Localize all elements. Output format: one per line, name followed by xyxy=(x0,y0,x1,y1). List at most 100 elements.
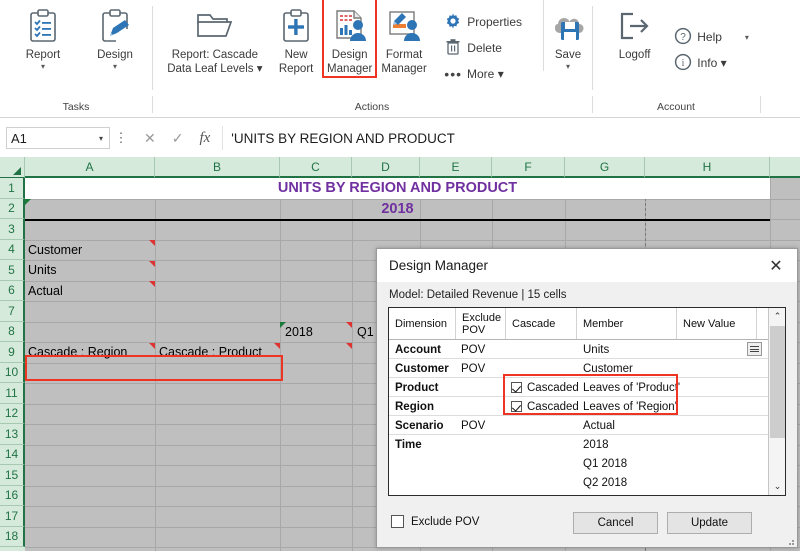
cell-a4[interactable]: Customer xyxy=(25,240,153,261)
exclude-pov-label: Exclude POV xyxy=(411,515,480,528)
row-header-2[interactable]: 2 xyxy=(0,198,25,219)
delete-button[interactable]: Delete xyxy=(439,35,527,61)
column-header-H[interactable]: H xyxy=(645,157,770,178)
help-button[interactable]: ? Help ▾ xyxy=(669,24,760,50)
scroll-down-icon[interactable]: ⌄ xyxy=(769,478,785,495)
row-member: Q2 2018 xyxy=(583,476,628,489)
design-manager-button[interactable]: Design Manager xyxy=(322,0,377,78)
th-new-value[interactable]: New Value xyxy=(677,308,757,339)
row-header-4[interactable]: 4 xyxy=(0,239,25,260)
exclude-pov-option[interactable]: Exclude POV xyxy=(391,515,479,528)
column-header-A[interactable]: A xyxy=(25,157,155,178)
info-button[interactable]: i Info ▾ xyxy=(669,50,760,76)
report-dropdown-caret[interactable]: ▾ xyxy=(41,63,45,71)
help-dropdown-caret[interactable]: ▾ xyxy=(745,33,749,42)
exclude-pov-checkbox[interactable] xyxy=(391,515,404,528)
chevron-down-icon[interactable]: ▾ xyxy=(99,134,103,143)
row-exclude-pov: POV xyxy=(461,362,486,375)
more-button[interactable]: ••• More ▾ xyxy=(439,61,527,87)
cell-subtitle[interactable]: 2018 xyxy=(25,199,770,220)
save-button[interactable]: Save ▾ xyxy=(543,0,592,71)
table-row[interactable]: Scenario POV Actual xyxy=(389,416,769,435)
report-button-label: Report xyxy=(25,49,61,61)
cancel-icon[interactable]: ✕ xyxy=(144,130,156,147)
cancel-button[interactable]: Cancel xyxy=(573,512,658,534)
group-label-account: Account xyxy=(592,96,760,117)
table-row[interactable]: Q2 2018 xyxy=(389,473,769,492)
properties-button[interactable]: Properties xyxy=(439,9,527,35)
resize-grip-icon[interactable] xyxy=(786,537,794,545)
group-label-actions: Actions xyxy=(152,96,592,117)
logoff-button[interactable]: Logoff xyxy=(606,0,663,62)
th-member[interactable]: Member xyxy=(577,308,677,339)
annotation-cascaded-rows xyxy=(503,374,678,415)
cell-a6[interactable]: Actual xyxy=(25,281,153,302)
row-header-13[interactable]: 13 xyxy=(0,424,25,445)
name-box[interactable]: A1 ▾ xyxy=(6,127,110,149)
row-header-3[interactable]: 3 xyxy=(0,219,25,240)
row-header-10[interactable]: 10 xyxy=(0,362,25,383)
formula-bar: A1 ▾ ⋮ ✕ ✓ fx 'UNITS BY REGION AND PRODU… xyxy=(0,119,800,157)
update-button[interactable]: Update xyxy=(667,512,752,534)
scrollbar-thumb[interactable] xyxy=(770,326,785,438)
cell-c8[interactable]: 2018 xyxy=(282,322,350,343)
th-cascade[interactable]: Cascade xyxy=(506,308,577,339)
ribbon-group-tasks: Report ▾ Design ▾ xyxy=(0,0,152,96)
annotation-cascade-cells xyxy=(25,355,283,381)
report-cascade-button[interactable]: Report: Cascade Data Leaf Levels ▾ xyxy=(162,0,268,76)
row-header-1[interactable]: 1 xyxy=(0,178,25,199)
new-report-button[interactable]: New Report xyxy=(272,0,321,76)
report-button[interactable]: Report ▾ xyxy=(14,0,72,71)
table-row[interactable]: Time 2018 xyxy=(389,435,769,454)
row-dimension: Time xyxy=(395,438,422,451)
row-header-17[interactable]: 17 xyxy=(0,506,25,527)
column-header-F[interactable]: F xyxy=(492,157,565,178)
format-manager-button[interactable]: Format Manager xyxy=(379,0,429,76)
close-icon[interactable]: ✕ xyxy=(755,249,797,282)
th-dimension[interactable]: Dimension xyxy=(389,308,456,339)
insert-function-icon[interactable]: fx xyxy=(199,130,210,147)
design-button-label: Design xyxy=(97,49,133,61)
column-header-E[interactable]: E xyxy=(420,157,492,178)
column-header-C[interactable]: C xyxy=(280,157,352,178)
report-cascade-label-line2[interactable]: Data Leaf Levels ▾ xyxy=(167,62,262,76)
save-dropdown-caret[interactable]: ▾ xyxy=(566,63,570,71)
th-exclude-pov[interactable]: Exclude POV xyxy=(456,308,506,339)
new-report-label-line1: New xyxy=(284,49,308,61)
cell-title[interactable]: UNITS BY REGION AND PRODUCT xyxy=(25,178,770,199)
row-header-12[interactable]: 12 xyxy=(0,403,25,424)
row-header-18[interactable]: 18 xyxy=(0,526,25,547)
row-header-11[interactable]: 11 xyxy=(0,383,25,404)
table-row[interactable]: Account POV Units xyxy=(389,340,769,359)
scroll-up-icon[interactable]: ⌃ xyxy=(769,308,785,325)
more-label: More ▾ xyxy=(467,67,504,81)
row-header-8[interactable]: 8 xyxy=(0,321,25,342)
row-header-14[interactable]: 14 xyxy=(0,444,25,465)
column-header-D[interactable]: D xyxy=(352,157,420,178)
row-header-5[interactable]: 5 xyxy=(0,260,25,281)
name-box-value: A1 xyxy=(11,130,27,146)
column-header-G[interactable]: G xyxy=(565,157,645,178)
table-scrollbar[interactable]: ⌃ ⌄ xyxy=(768,308,785,495)
row-header-16[interactable]: 16 xyxy=(0,485,25,506)
row-header-7[interactable]: 7 xyxy=(0,301,25,322)
comment-marker-c9 xyxy=(346,342,352,349)
column-header-partial[interactable] xyxy=(770,157,800,178)
cell-a5[interactable]: Units xyxy=(25,260,153,281)
row-header-6[interactable]: 6 xyxy=(0,280,25,301)
header-underline xyxy=(25,219,770,221)
row-grip-icon[interactable] xyxy=(747,342,762,356)
column-header-B[interactable]: B xyxy=(155,157,280,178)
design-manager-dialog[interactable]: Design Manager ✕ Model: Detailed Revenue… xyxy=(376,248,798,548)
table-row[interactable]: Q1 2018 xyxy=(389,454,769,473)
row-header-15[interactable]: 15 xyxy=(0,465,25,486)
design-dropdown-caret[interactable]: ▾ xyxy=(113,63,117,71)
formula-bar-handle[interactable]: ⋮ xyxy=(110,130,132,146)
select-all-corner[interactable] xyxy=(0,157,25,178)
formula-input[interactable]: 'UNITS BY REGION AND PRODUCT xyxy=(222,126,800,150)
design-button[interactable]: Design ▾ xyxy=(86,0,144,71)
dialog-title-bar[interactable]: Design Manager xyxy=(377,249,797,282)
row-headers: 1 2 3 4 5 6 7 8 9 10 11 12 13 14 15 16 1… xyxy=(0,178,25,551)
row-header-9[interactable]: 9 xyxy=(0,342,25,363)
enter-icon[interactable]: ✓ xyxy=(172,130,184,147)
